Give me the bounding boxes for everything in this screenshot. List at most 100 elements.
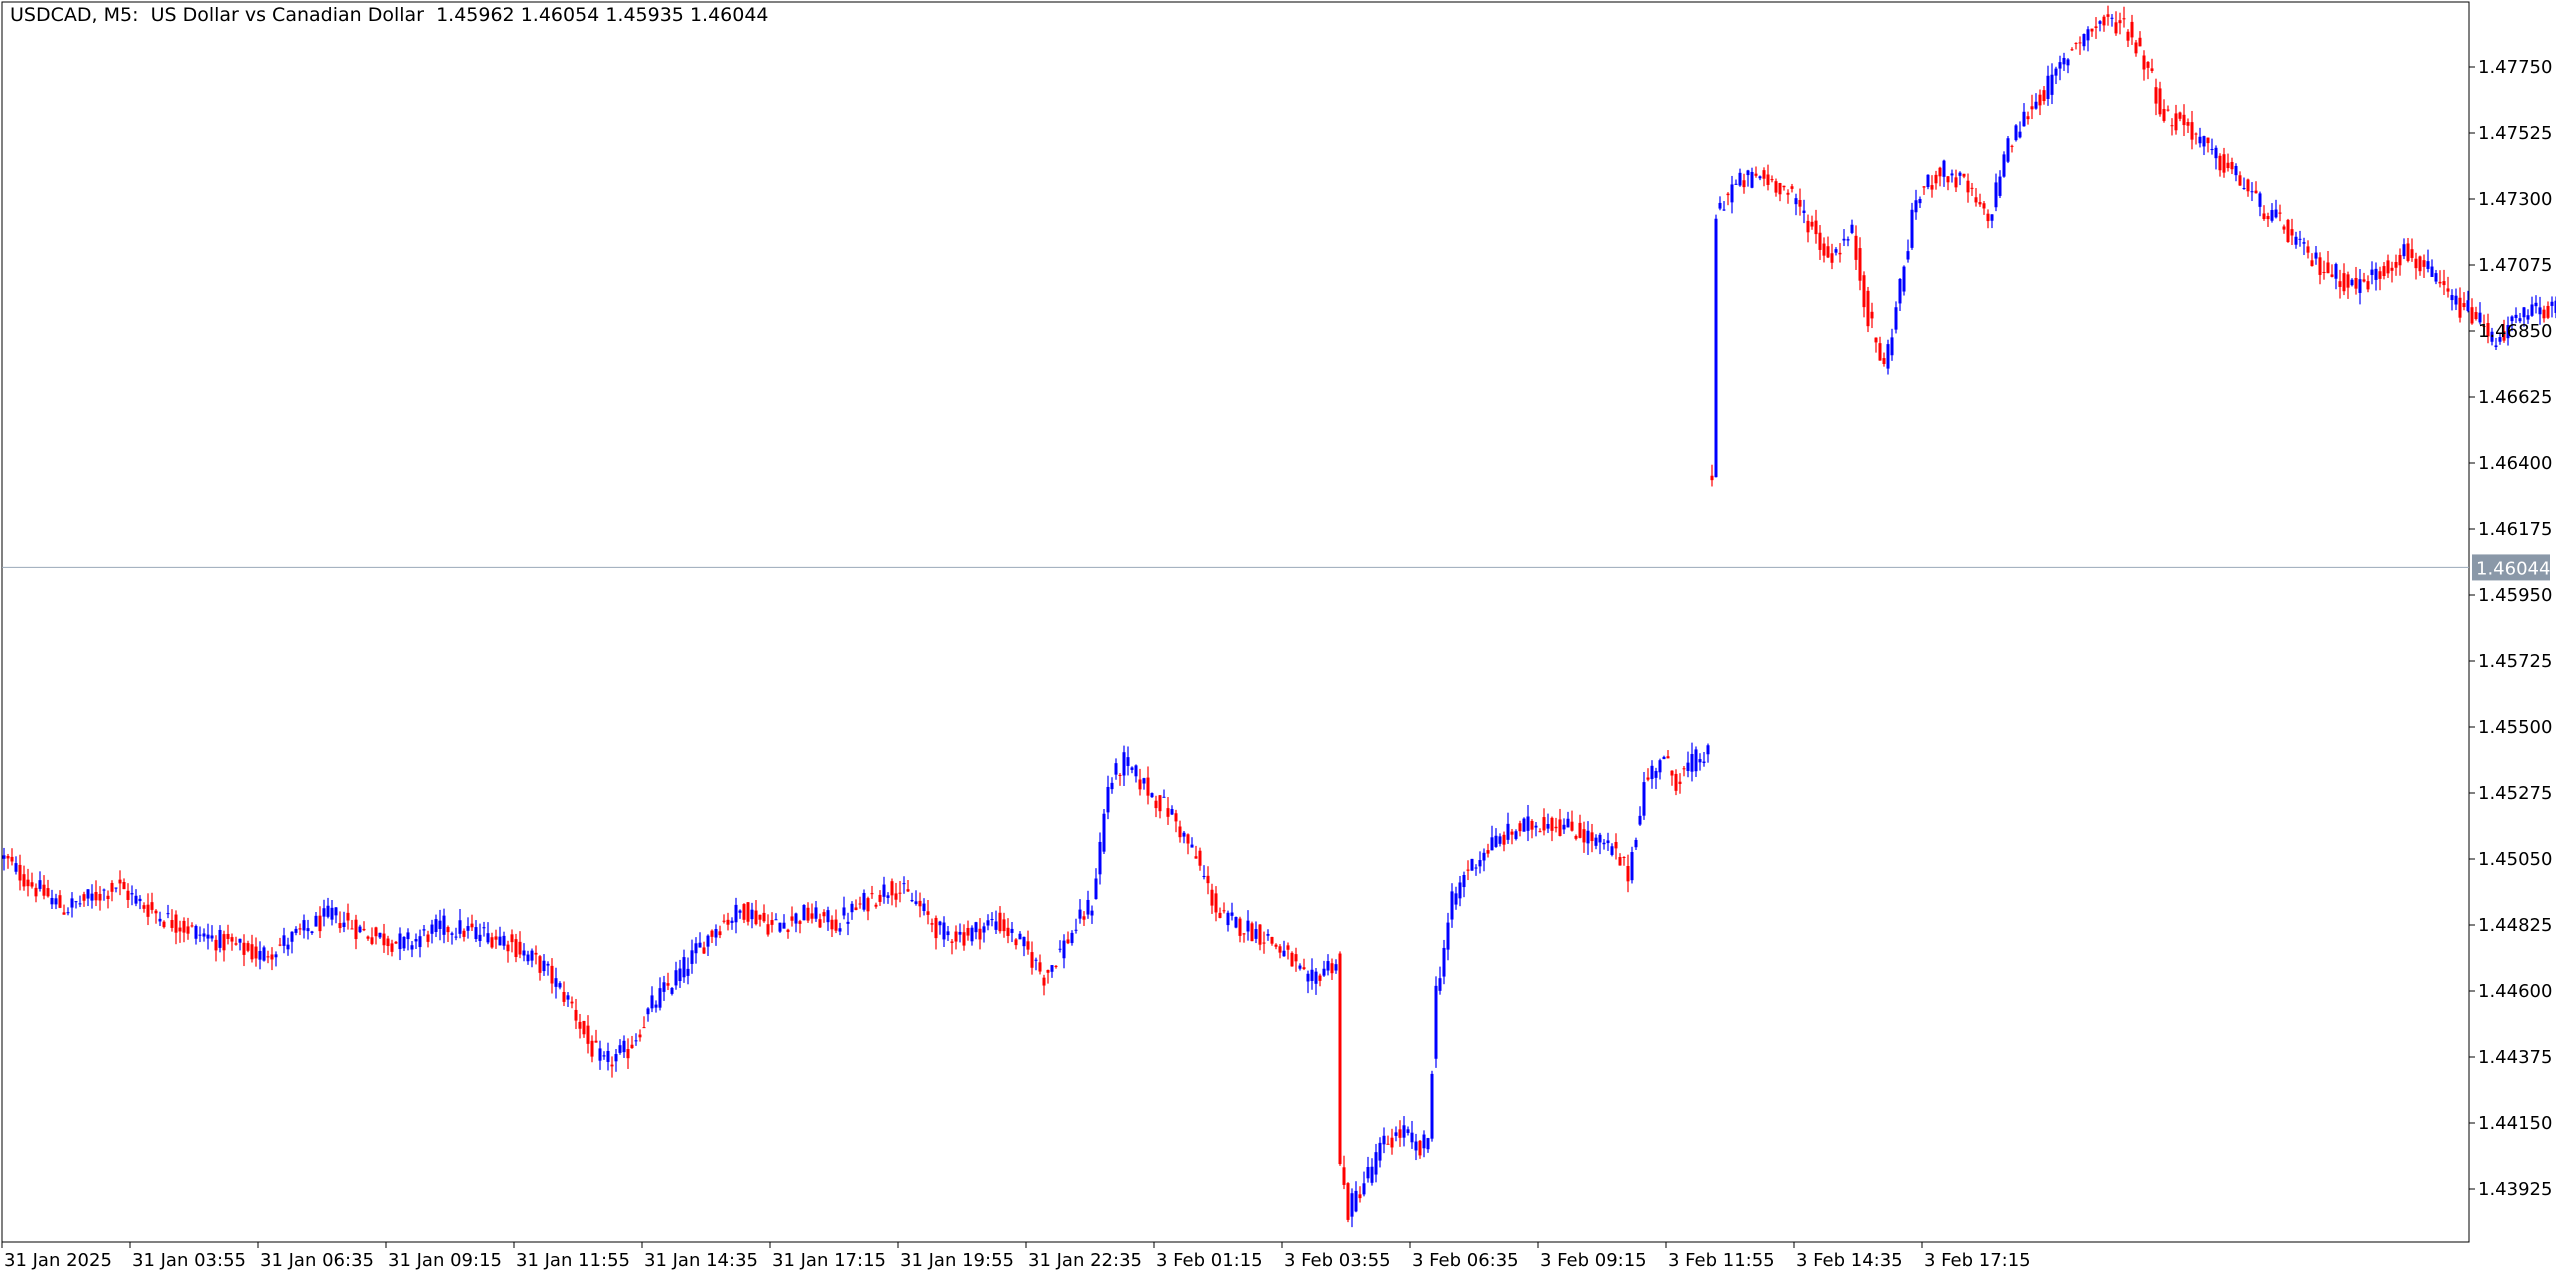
candle-bear [1390,1137,1394,1148]
candle-bear [22,874,26,887]
candle-bull [358,926,362,933]
candle-bear [1970,187,1974,189]
candle-bear [1154,800,1158,809]
candle-bull [102,889,106,891]
time-axis[interactable]: 31 Jan 2025 31 Jan 03:55 31 Jan 06:35 31 Ja… [1,1242,2031,1270]
candle-bear [1858,248,1862,281]
candle-bear [906,889,910,892]
candle-bull [2274,209,2278,218]
candle-bull [1950,173,1954,176]
candle-bear [2542,309,2546,319]
candle-bull [74,901,78,903]
candle-bear [1830,253,1834,263]
candle-bull [522,950,526,956]
candle-bear [1278,946,1282,953]
candle-bear [2090,28,2094,32]
candle-bear [174,914,178,933]
candle-bear [1618,857,1622,866]
candle-bull [114,887,118,889]
candle-bear [34,887,38,897]
candle-bull [974,922,978,933]
candle-bull [1114,763,1118,775]
candle-bear [590,1040,594,1057]
candle-bear [1186,834,1190,844]
candle-bear [1318,975,1322,981]
candle-bull [202,933,206,937]
candle-bull [1190,844,1194,848]
candle-bull [1402,1125,1406,1138]
candle-bear [494,936,498,940]
candle-bull [306,928,310,932]
candle-bull [1410,1132,1414,1143]
candle-bull [1562,824,1566,830]
y-tick-label: 1.44375 [2478,1047,2552,1068]
candle-bear [770,920,774,925]
candle-bull [654,1004,658,1008]
candle-bull [422,929,426,931]
x-tick-label: 31 Jan 03:55 [132,1250,246,1270]
candle-bear [182,920,186,933]
candle-bear [10,856,14,862]
candle-bear [250,944,254,960]
candle-bull [54,898,58,905]
candle-bear [318,915,322,932]
candle-bull [38,880,42,889]
candle-bull [1654,771,1658,778]
candle-bear [1290,952,1294,967]
candle-bear [2362,279,2366,282]
candle-bull [434,919,438,932]
candle-bull [606,1050,610,1062]
candle-bull [1322,968,1326,976]
candle-bear [2546,305,2550,318]
candle-bull [778,922,782,932]
candle-bull [2062,57,2066,65]
candle-bull [1062,940,1066,959]
candle-bear [1782,185,1786,188]
candle-bull [946,931,950,936]
x-tick-label: 31 Jan 22:35 [1028,1250,1142,1270]
price-axis[interactable]: 1.43925 1.44150 1.44375 1.44600 1.44825 1.450… [2469,57,2552,1200]
candle-bull [1594,837,1598,846]
candle-bull [1126,757,1130,766]
candle-bull [902,883,906,885]
candle-bull [458,920,462,934]
candle-bear [762,912,766,922]
candle-bull [658,988,662,1008]
candlestick-chart[interactable]: 1.43925 1.44150 1.44375 1.44600 1.44825 1.450… [0,0,2556,1270]
candle-bear [582,1020,586,1035]
candle-bear [766,924,770,935]
candle-bull [1134,765,1138,777]
candle-bear [1258,924,1262,945]
candle-bear [586,1025,590,1044]
candle-bull [1662,756,1666,760]
candle-bear [226,933,230,939]
y-tick-label: 1.45275 [2478,783,2552,804]
candle-bull [1758,176,1762,179]
candle-bull [286,944,290,950]
candle-bull [1150,793,1154,798]
candle-bull [1998,176,2002,196]
candle-bull [166,913,170,915]
candle-bull [1650,765,1654,779]
y-tick-label: 1.45050 [2478,849,2552,870]
candle-bear [1398,1129,1402,1138]
candle-bear [1206,875,1210,884]
candle-bull [1266,934,1270,936]
candle-bull [886,895,890,898]
candle-bull [1714,218,1718,478]
candle-bull [2302,242,2306,244]
candle-bear [242,942,246,955]
candle-bull [478,934,482,941]
candle-bear [746,902,750,922]
candle-bull [1110,782,1114,790]
candle-bull [1170,809,1174,815]
candle-bull [774,919,778,921]
candle-bear [462,930,466,937]
candle-bull [1658,760,1662,773]
candle-bull [438,920,442,929]
candle-bull [398,933,402,950]
x-tick-label: 31 Jan 06:35 [260,1250,374,1270]
candle-bull [678,968,682,981]
candle-bear [830,919,834,930]
candle-bear [2026,116,2030,120]
